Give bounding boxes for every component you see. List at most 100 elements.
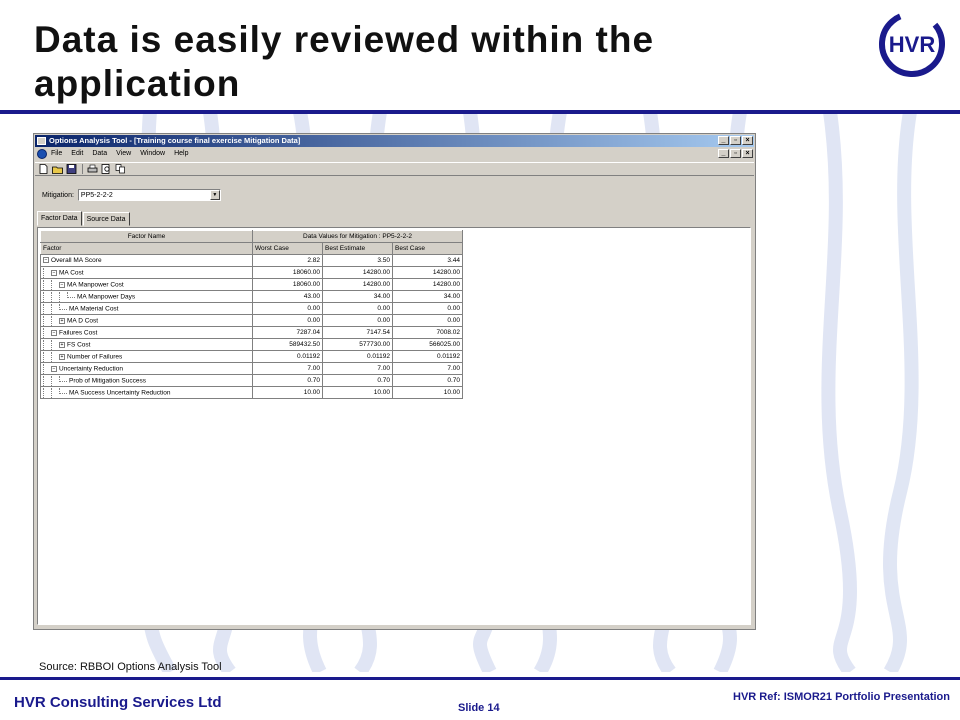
collapse-icon[interactable]: − [59,281,65,288]
value-cell-worst[interactable]: 18060.00 [252,266,323,279]
factor-name-cell[interactable]: + FS Cost [40,338,253,351]
save-icon[interactable] [66,164,77,174]
table-row[interactable]: MA Success Uncertainty Reduction 10.00 10.… [40,386,463,399]
table-row[interactable]: Prob of Mitigation Success 0.70 0.70 0.70 [40,374,463,387]
value-cell-best[interactable]: 3.44 [392,254,463,267]
value-cell-worst[interactable]: 2.82 [252,254,323,267]
table-row[interactable]: − Uncertainty Reduction 7.00 7.00 7.00 [40,362,463,375]
menu-edit[interactable]: Edit [71,148,83,160]
value-cell-best[interactable]: 0.00 [392,302,463,315]
chevron-down-icon[interactable]: ▼ [209,190,220,200]
factor-name-cell[interactable]: + Number of Failures [40,350,253,363]
value-cell-estimate[interactable]: 0.01192 [322,350,393,363]
value-cell-worst[interactable]: 589432.50 [252,338,323,351]
value-cell-best[interactable]: 0.70 [392,374,463,387]
value-cell-estimate[interactable]: 3.50 [322,254,393,267]
table-row[interactable]: − MA Cost 18060.00 14280.00 14280.00 [40,266,463,279]
value-cell-estimate[interactable]: 7.00 [322,362,393,375]
value-cell-estimate[interactable]: 14280.00 [322,278,393,291]
table-row[interactable]: − MA Manpower Cost 18060.00 14280.00 14280.0… [40,278,463,291]
mitigation-select[interactable]: PP5-2-2-2 ▼ [77,189,221,201]
tree-line [43,339,49,350]
value-cell-best[interactable]: 14280.00 [392,278,463,291]
menu-window[interactable]: Window [140,148,165,160]
column-header-best-case[interactable]: Best Case [392,242,463,255]
factor-name-cell[interactable]: − Uncertainty Reduction [40,362,253,375]
value-cell-worst[interactable]: 0.70 [252,374,323,387]
value-cell-estimate[interactable]: 577730.00 [322,338,393,351]
value-cell-estimate[interactable]: 0.00 [322,314,393,327]
value-cell-estimate[interactable]: 14280.00 [322,266,393,279]
table-row[interactable]: + Number of Failures 0.01192 0.01192 0.01192 [40,350,463,363]
new-icon[interactable] [38,164,49,174]
open-icon[interactable] [52,164,63,174]
close-button[interactable]: × [742,136,753,145]
menu-data[interactable]: Data [92,148,107,160]
factor-name-cell[interactable]: MA Success Uncertainty Reduction [40,386,253,399]
window-titlebar[interactable]: Options Analysis Tool - [Training course… [35,135,754,147]
collapse-icon[interactable]: − [51,365,57,372]
table-row[interactable]: + MA D Cost 0.00 0.00 0.00 [40,314,463,327]
factor-name-cell[interactable]: MA Material Cost [40,302,253,315]
collapse-icon[interactable]: − [51,269,57,276]
print-icon[interactable] [87,164,98,174]
doc-close-button[interactable]: × [742,149,753,158]
copy-icon[interactable] [115,164,126,174]
value-cell-best[interactable]: 34.00 [392,290,463,303]
expand-icon[interactable]: + [59,317,65,324]
minimize-button[interactable]: _ [718,136,729,145]
doc-minimize-button[interactable]: _ [718,149,729,158]
column-header-best-estimate[interactable]: Best Estimate [322,242,393,255]
table-row[interactable]: + FS Cost 589432.50 577730.00 566025.00 [40,338,463,351]
menu-file[interactable]: File [51,148,62,160]
value-cell-worst[interactable]: 0.00 [252,302,323,315]
factor-name-cell[interactable]: − Overall MA Score [40,254,253,267]
factor-name-cell[interactable]: − Failures Cost [40,326,253,339]
value-cell-worst[interactable]: 43.00 [252,290,323,303]
footer-company: HVR Consulting Services Ltd [14,694,222,711]
value-cell-estimate[interactable]: 10.00 [322,386,393,399]
value-cell-estimate[interactable]: 0.70 [322,374,393,387]
menu-view[interactable]: View [116,148,131,160]
table-row[interactable]: MA Material Cost 0.00 0.00 0.00 [40,302,463,315]
value-cell-estimate[interactable]: 0.00 [322,302,393,315]
table-row[interactable]: − Failures Cost 7287.04 7147.54 7008.02 [40,326,463,339]
value-cell-estimate[interactable]: 34.00 [322,290,393,303]
document-icon[interactable] [37,149,47,159]
tab-source-data[interactable]: Source Data [82,212,130,226]
value-cell-worst[interactable]: 7.00 [252,362,323,375]
menu-help[interactable]: Help [174,148,188,160]
table-row[interactable]: − Overall MA Score 2.82 3.50 3.44 [40,254,463,267]
value-cell-best[interactable]: 14280.00 [392,266,463,279]
table-row[interactable]: MA Manpower Days 43.00 34.00 34.00 [40,290,463,303]
group-header-name[interactable]: Factor Name [40,230,253,243]
value-cell-estimate[interactable]: 7147.54 [322,326,393,339]
tab-factor-data[interactable]: Factor Data [37,211,82,226]
value-cell-worst[interactable]: 0.00 [252,314,323,327]
column-header-factor[interactable]: Factor [40,242,253,255]
value-cell-best[interactable]: 10.00 [392,386,463,399]
value-cell-worst[interactable]: 0.01192 [252,350,323,363]
value-cell-worst[interactable]: 18060.00 [252,278,323,291]
restore-button[interactable]: ▫ [730,136,741,145]
expand-icon[interactable]: + [59,341,65,348]
value-cell-worst[interactable]: 10.00 [252,386,323,399]
value-cell-best[interactable]: 7008.02 [392,326,463,339]
factor-name-cell[interactable]: + MA D Cost [40,314,253,327]
expand-icon[interactable]: + [59,353,65,360]
factor-name-cell[interactable]: − MA Manpower Cost [40,278,253,291]
column-header-worst-case[interactable]: Worst Case [252,242,323,255]
group-header-values[interactable]: Data Values for Mitigation : PP5-2-2-2 [252,230,463,243]
print-preview-icon[interactable] [101,164,112,174]
value-cell-worst[interactable]: 7287.04 [252,326,323,339]
value-cell-best[interactable]: 0.01192 [392,350,463,363]
value-cell-best[interactable]: 7.00 [392,362,463,375]
value-cell-best[interactable]: 0.00 [392,314,463,327]
factor-name-cell[interactable]: MA Manpower Days [40,290,253,303]
factor-name-cell[interactable]: − MA Cost [40,266,253,279]
collapse-icon[interactable]: − [51,329,57,336]
value-cell-best[interactable]: 566025.00 [392,338,463,351]
factor-name-cell[interactable]: Prob of Mitigation Success [40,374,253,387]
doc-restore-button[interactable]: ▫ [730,149,741,158]
collapse-icon[interactable]: − [43,257,49,264]
